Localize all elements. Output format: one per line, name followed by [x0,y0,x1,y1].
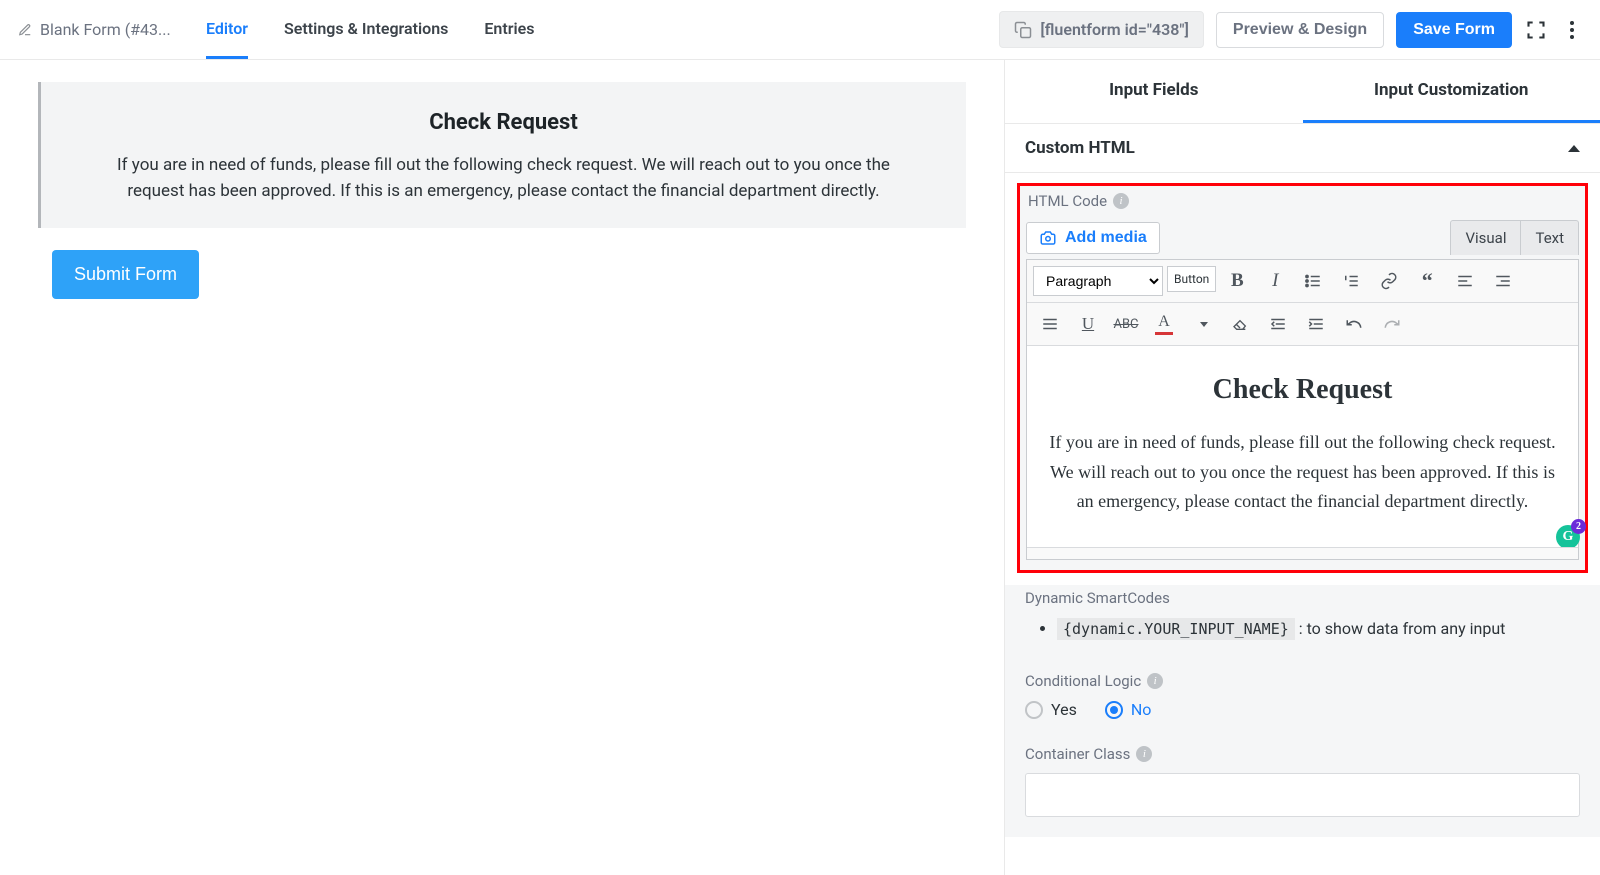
dynamic-smartcodes-label: Dynamic SmartCodes [1025,589,1580,607]
container-class-label: Container Class i [1025,745,1580,763]
indent-icon[interactable] [1299,309,1333,339]
form-name-text: Blank Form (#43... [40,20,171,39]
add-media-button[interactable]: Add media [1026,222,1160,254]
shortcode-badge[interactable]: [fluentform id="438"] [999,11,1204,48]
highlighted-region: HTML Code i Add media Visual Text Paragr… [1017,183,1588,573]
toolbar-row-1: Paragraph Button B I “ [1027,260,1578,303]
underline-icon[interactable]: U [1071,309,1105,339]
text-color-icon[interactable]: A [1147,309,1181,339]
html-block[interactable]: Check Request If you are in need of fund… [38,82,966,228]
tab-settings[interactable]: Settings & Integrations [284,1,448,59]
editor-paragraph: If you are in need of funds, please fill… [1047,428,1558,517]
tab-input-fields[interactable]: Input Fields [1005,60,1303,123]
smartcodes-list: {dynamic.YOUR_INPUT_NAME} : to show data… [1025,619,1580,638]
preview-button[interactable]: Preview & Design [1216,12,1384,48]
numbered-list-icon[interactable] [1334,266,1368,296]
info-icon[interactable]: i [1136,746,1152,762]
link-icon[interactable] [1372,266,1406,296]
editor-heading: Check Request [1047,374,1558,406]
smartcode-hint: : to show data from any input [1299,619,1506,638]
blockquote-icon[interactable]: “ [1410,266,1444,296]
form-name[interactable]: Blank Form (#43... [18,20,186,39]
outdent-icon[interactable] [1261,309,1295,339]
copy-icon [1014,21,1032,39]
editor-canvas: Check Request If you are in need of fund… [0,60,1004,875]
chevron-up-icon [1568,145,1580,152]
tab-editor[interactable]: Editor [206,1,248,59]
conditional-logic-label: Conditional Logic i [1025,672,1580,690]
italic-icon[interactable]: I [1258,266,1292,296]
editor-content-area[interactable]: Check Request If you are in need of fund… [1027,346,1578,547]
conditional-logic-radio: Yes No [1025,700,1580,719]
bold-icon[interactable]: B [1220,266,1254,296]
info-icon[interactable]: i [1147,673,1163,689]
undo-icon[interactable] [1337,309,1371,339]
smartcode-code: {dynamic.YOUR_INPUT_NAME} [1057,618,1295,640]
paragraph-select[interactable]: Paragraph [1033,266,1163,296]
side-panel: Input Fields Input Customization Custom … [1004,60,1600,875]
radio-icon [1105,701,1123,719]
mode-text[interactable]: Text [1521,220,1579,255]
save-button[interactable]: Save Form [1396,12,1512,48]
rich-text-editor: Paragraph Button B I “ U ABC A [1026,259,1579,560]
block-desc: If you are in need of funds, please fill… [94,153,914,204]
align-justify-icon[interactable] [1033,309,1067,339]
radio-no[interactable]: No [1105,700,1152,719]
shortcode-text: [fluentform id="438"] [1040,20,1189,39]
more-icon[interactable] [1560,18,1584,42]
mode-visual[interactable]: Visual [1450,220,1521,255]
tab-entries[interactable]: Entries [484,1,534,59]
redo-icon[interactable] [1375,309,1409,339]
nav-tabs: Editor Settings & Integrations Entries [206,1,534,59]
tab-input-customization[interactable]: Input Customization [1303,60,1600,123]
smartcode-item: {dynamic.YOUR_INPUT_NAME} : to show data… [1057,619,1580,638]
topbar-actions: [fluentform id="438"] Preview & Design S… [999,11,1584,48]
media-icon [1039,229,1057,247]
block-title: Check Request [63,110,944,135]
grammarly-icon[interactable]: G [1556,525,1580,549]
section-custom-html[interactable]: Custom HTML [1005,124,1600,173]
section-title: Custom HTML [1025,138,1135,158]
clear-formatting-icon[interactable] [1223,309,1257,339]
container-class-input[interactable] [1025,773,1580,817]
strikethrough-icon[interactable]: ABC [1109,309,1143,339]
html-code-label: HTML Code i [1026,192,1579,210]
editor-mode-tabs: Visual Text [1450,220,1579,255]
info-icon[interactable]: i [1113,193,1129,209]
resize-handle[interactable] [1027,547,1578,559]
submit-button[interactable]: Submit Form [52,250,199,299]
pencil-icon [18,23,32,37]
align-left-icon[interactable] [1448,266,1482,296]
toolbar-row-2: U ABC A [1027,303,1578,346]
radio-icon [1025,701,1043,719]
align-right-icon[interactable] [1486,266,1520,296]
radio-yes[interactable]: Yes [1025,700,1077,719]
bullet-list-icon[interactable] [1296,266,1330,296]
topbar: Blank Form (#43... Editor Settings & Int… [0,0,1600,60]
text-color-dropdown-icon[interactable] [1185,309,1219,339]
fullscreen-icon[interactable] [1524,18,1548,42]
panel-tabs: Input Fields Input Customization [1005,60,1600,124]
insert-button[interactable]: Button [1167,266,1216,292]
